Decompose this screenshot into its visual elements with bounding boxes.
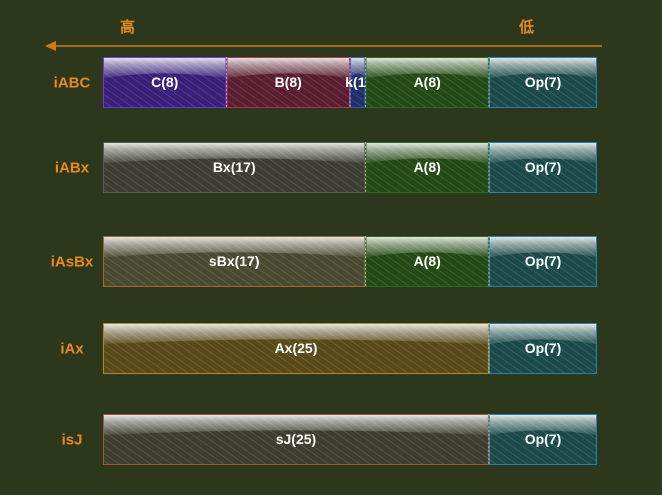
format-name: iABC: [54, 75, 91, 92]
field-label: A(8): [414, 253, 441, 269]
field-op7: Op(7): [488, 236, 597, 287]
format-row-iax: iAx Ax(25) Op(7): [60, 323, 597, 374]
field-label: Op(7): [525, 159, 562, 175]
field-label: A(8): [414, 74, 441, 90]
field-label: Op(7): [525, 431, 562, 447]
field-bx17: Bx(17): [103, 142, 366, 193]
field-label: A(8): [414, 159, 441, 175]
field-a8: A(8): [364, 142, 489, 193]
format-row-iabx: iABx Bx(17) A(8) Op(7): [55, 142, 597, 193]
format-rows: iABC C(8) B(8) k(1) A(8) Op(7)iABx Bx(17) A(8) O…: [51, 57, 597, 465]
field-label: Op(7): [525, 74, 562, 90]
format-row-iasbx: iAsBx sBx(17) A(8) Op(7): [51, 236, 597, 287]
field-op7: Op(7): [488, 142, 597, 193]
field-label: B(8): [275, 74, 302, 90]
field-label: C(8): [151, 74, 178, 90]
low-label: 低: [518, 18, 534, 36]
field-label: Op(7): [525, 253, 562, 269]
format-name: isJ: [62, 432, 83, 449]
format-name: iABx: [55, 160, 90, 177]
field-label: Ax(25): [275, 340, 318, 356]
field-sbx17: sBx(17): [103, 236, 366, 287]
field-op7: Op(7): [488, 414, 597, 465]
format-name: iAx: [60, 341, 84, 358]
format-row-isj: isJ sJ(25) Op(7): [62, 414, 597, 465]
field-sj25: sJ(25): [103, 414, 489, 465]
high-label: 高: [120, 18, 135, 36]
field-ax25: Ax(25): [103, 323, 489, 374]
direction-arrow-head: [45, 41, 56, 51]
field-label: sJ(25): [276, 431, 316, 447]
field-label: Op(7): [525, 340, 562, 356]
field-c8: C(8): [103, 57, 227, 108]
field-label: Bx(17): [213, 159, 256, 175]
field-op7: Op(7): [488, 323, 597, 374]
field-a8: A(8): [364, 57, 489, 108]
format-name: iAsBx: [51, 254, 94, 271]
field-a8: A(8): [364, 236, 489, 287]
field-op7: Op(7): [488, 57, 597, 108]
instruction-format-diagram: 高 低 iABC C(8) B(8) k(1) A(8) Op(7)iABx Bx(17) A…: [45, 18, 602, 465]
field-b8: B(8): [226, 57, 350, 108]
field-label: sBx(17): [209, 253, 260, 269]
format-row-iabc: iABC C(8) B(8) k(1) A(8) Op(7): [54, 57, 597, 108]
